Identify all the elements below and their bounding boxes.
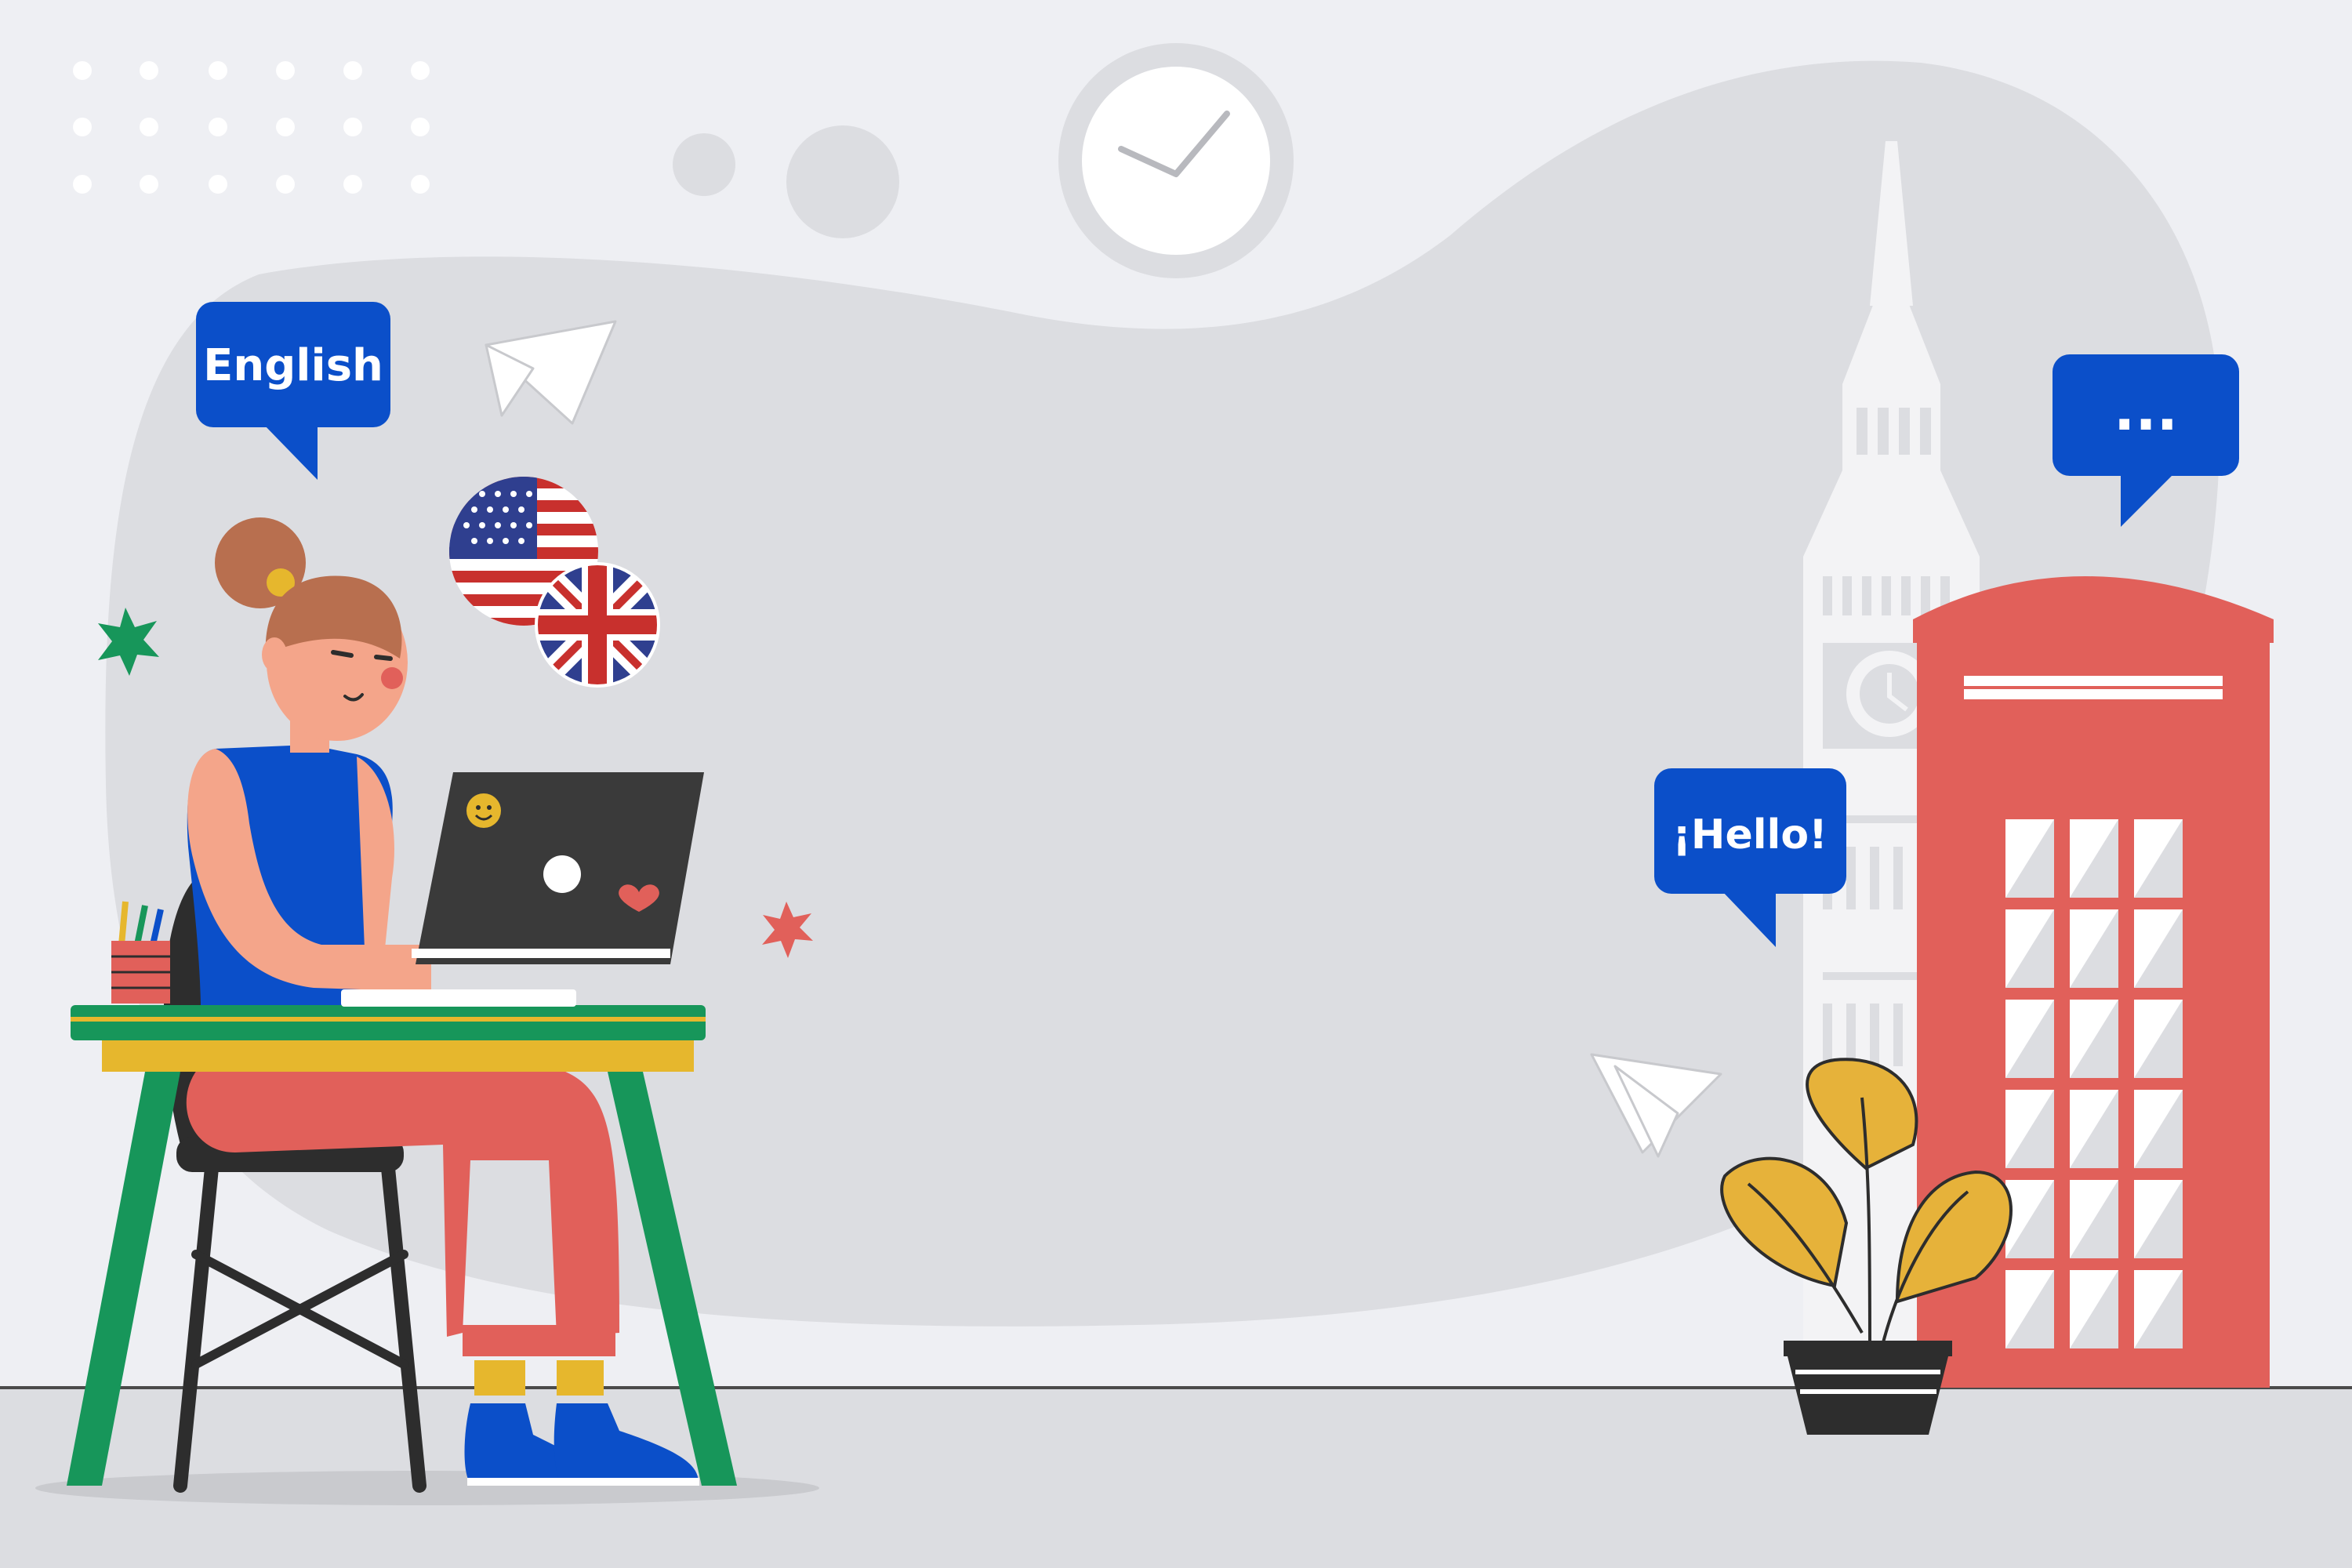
clock-icon (1058, 43, 1294, 278)
laptop-logo (543, 855, 581, 893)
hello-bubble-text: ¡Hello! (1672, 811, 1828, 858)
deco-circle-large (786, 125, 899, 238)
smiley-icon (466, 793, 501, 828)
language-learning-illustration: English ¡Hello! ... (0, 0, 2352, 1568)
typing-bubble-text: ... (2114, 377, 2178, 443)
english-bubble-text: English (203, 340, 383, 391)
deco-circle-small (673, 133, 735, 196)
